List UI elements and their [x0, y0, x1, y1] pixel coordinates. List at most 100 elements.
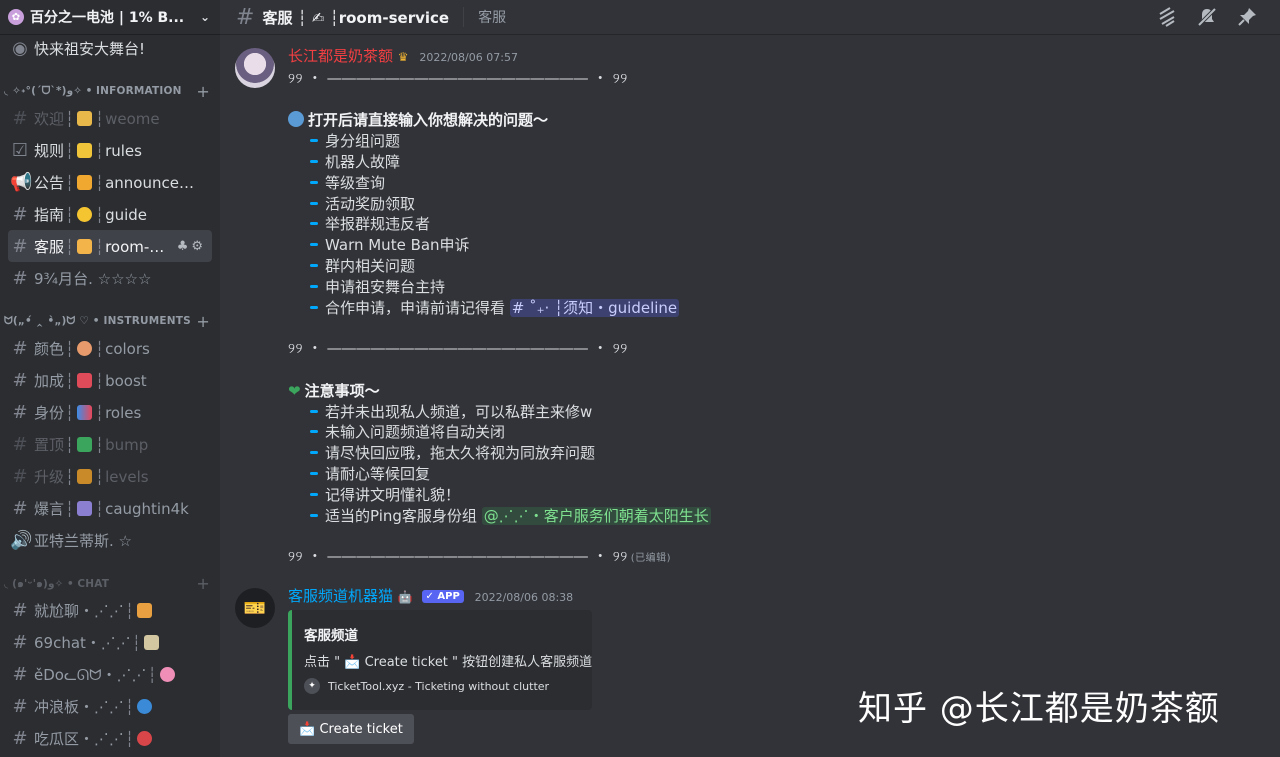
channel-welcome[interactable]: # 欢迎┆ ┆weome: [8, 102, 212, 134]
speaker-icon: 🔊: [10, 529, 33, 551]
channel-chat-5[interactable]: # 吃瓜区・⋰⋰┆: [8, 722, 212, 754]
list-item: 申请祖安舞台主持: [288, 277, 1260, 298]
channel-mention[interactable]: # ˚₊‧ ┆须知・guideline: [509, 298, 680, 317]
add-channel-icon[interactable]: +: [196, 82, 210, 101]
message-header: 客服频道机器猫 🤖 ✓ APP 2022/08/06 08:38: [288, 586, 1260, 609]
camera-emoji-icon: [77, 500, 93, 516]
hash-icon: #: [12, 203, 28, 225]
heart-emoji-icon: [77, 372, 93, 388]
channel-caughtin4k[interactable]: # 爆言┆ ┆caughtin4k: [8, 492, 212, 524]
list-item: Warn Mute Ban申诉: [288, 235, 1260, 256]
channel-colors[interactable]: # 颜色┆ ┆colors: [8, 332, 212, 364]
verified-badge-icon: [288, 111, 304, 128]
notification-muted-icon[interactable]: [1196, 6, 1218, 28]
category-chat[interactable]: ◟ (๑'ᵕ'๑)ﻭ✧ • CHAT +: [0, 574, 220, 593]
role-mention[interactable]: @⋰⋰・客户服务们朝着太阳生长: [481, 506, 711, 525]
ticket-bot-avatar[interactable]: 🎫: [235, 588, 275, 628]
list-item: 身分组问题: [288, 131, 1260, 152]
header-toolbar: [1156, 0, 1258, 34]
hash-icon: #: [12, 727, 28, 749]
gear-icon[interactable]: ⚙: [191, 239, 206, 254]
list-item: 合作申请，申请前请记得看 # ˚₊‧ ┆须知・guideline: [288, 298, 1260, 319]
stage-icon: ◉: [12, 37, 28, 59]
channel-guide[interactable]: # 指南┆ ┆guide: [8, 198, 212, 230]
hash-icon: #: [12, 599, 28, 621]
channel-chat-2[interactable]: # 69chat・⋰⋰┆: [8, 626, 212, 658]
crown-icon: ♛: [397, 50, 409, 64]
channel-boost[interactable]: # 加成┆ ┆boost: [8, 364, 212, 396]
hash-icon: #: [12, 267, 28, 289]
sun-emoji-icon: [77, 206, 93, 222]
hash-icon: #: [12, 663, 28, 685]
pin-icon[interactable]: [1236, 6, 1258, 28]
author-name[interactable]: 长江都是奶茶额: [288, 47, 393, 65]
category-instruments[interactable]: ᗢ(„•́ ‸ •̀„)ᗢ ♡ • INSTRUMENTS +: [0, 312, 220, 331]
bookmark-emoji-icon: [77, 404, 93, 420]
channel-atlantis[interactable]: 🔊 亚特兰蒂斯. ☆: [8, 524, 212, 556]
message-header: 长江都是奶茶额 ♛ 2022/08/06 07:57: [288, 46, 1260, 69]
trophy-emoji-icon: [77, 468, 93, 484]
divider-line: ୨୨ ・ ―――――――――――――――――― ・ ୨୨: [288, 70, 628, 87]
stage-channel[interactable]: ◉ 快来祖安大舞台!: [8, 32, 212, 64]
channel-chat-4[interactable]: # 冲浪板・⋰⋰┆: [8, 690, 212, 722]
server-header[interactable]: ✿ 百分之一电池 | 1% B... ⌄: [0, 0, 220, 34]
popcorn-emoji-icon: [137, 602, 153, 618]
checkbox-icon: ☑: [11, 139, 29, 161]
list-item: 请尽快回应哦，拖太久将视为同放弃问题: [288, 443, 1260, 464]
cheers-emoji-icon: [143, 634, 159, 650]
channel-platform[interactable]: # 9¾月台. ☆☆☆☆: [8, 262, 212, 294]
channel-topic[interactable]: 客服: [478, 7, 506, 27]
create-ticket-button[interactable]: 📩 Create ticket: [288, 714, 414, 744]
watermark: 知乎 @长江都是奶茶额: [858, 689, 1220, 729]
list-item: 记得讲文明懂礼貌！: [288, 485, 1260, 506]
watermelon-emoji-icon: [137, 730, 153, 746]
divider-line: ୨୨ ・ ―――――――――――――――――― ・ ୨୨ (已编辑): [288, 549, 672, 566]
notebook-emoji-icon: [77, 142, 93, 158]
category-information[interactable]: ◟ ✧˖°(ˊᗜˋ*)ﻭ✧ • INFORMATION +: [0, 82, 220, 101]
channel-header: # 客服 ┆ ✍ ┆room-service 客服: [220, 0, 1280, 34]
channel-sidebar: ✿ 百分之一电池 | 1% B... ⌄ ◉ 快来祖安大舞台! ◟ ✧˖°(ˊᗜ…: [0, 0, 220, 757]
list-item: 群内相关问题: [288, 256, 1260, 277]
channel-roles[interactable]: # 身份┆ ┆roles: [8, 396, 212, 428]
add-channel-icon[interactable]: +: [196, 574, 210, 593]
green-heart-icon: ❤: [288, 381, 301, 400]
channel-bump[interactable]: # 置顶┆ ┆bump: [8, 428, 212, 460]
list-item: 未输入问题频道将自动关闭: [288, 422, 1260, 443]
list-item: 活动奖励领取: [288, 194, 1260, 215]
channel-announcements[interactable]: 📢 公告┆ ┆announceme...: [8, 166, 212, 198]
threads-icon[interactable]: [1156, 6, 1178, 28]
wave-water-emoji-icon: [137, 698, 153, 714]
ticket-tool-icon: ✦: [304, 678, 320, 694]
channel-rules[interactable]: ☑ 规则┆ ┆rules: [8, 134, 212, 166]
channel-levels[interactable]: # 升级┆ ┆levels: [8, 460, 212, 492]
megaphone-icon: 📢: [10, 171, 33, 193]
divider-line: ୨୨ ・ ―――――――――――――――――― ・ ୨୨: [288, 341, 628, 358]
list-item: 适当的Ping客服身份组 @⋰⋰・客户服务们朝着太阳生长: [288, 506, 1260, 527]
section-heading: 打开后请直接输入你想解决的问题～: [288, 110, 1260, 131]
channel-chat-1[interactable]: # 就尬聊・⋰⋰┆: [8, 594, 212, 626]
server-name: 百分之一电池 | 1% B...: [30, 10, 185, 26]
avatar[interactable]: [235, 48, 275, 88]
flower-icon: ✿: [8, 9, 24, 25]
embed-title: 客服频道: [304, 628, 358, 644]
hash-icon: #: [12, 631, 28, 653]
hash-icon: #: [12, 337, 28, 359]
channel-title: 客服 ┆ ✍ ┆room-service: [262, 8, 450, 27]
channel-chat-3[interactable]: # ěDoᓚᘏᗢ・⋰⋰┆: [8, 658, 212, 690]
hash-icon: #: [12, 497, 28, 519]
chevron-down-icon[interactable]: ⌄: [200, 10, 210, 24]
palette-emoji-icon: [77, 340, 93, 356]
divider: [463, 7, 465, 27]
author-name[interactable]: 客服频道机器猫: [288, 587, 393, 605]
hash-icon: #: [12, 695, 28, 717]
blossom-emoji-icon: [159, 666, 175, 682]
list-item: 机器人故障: [288, 152, 1260, 173]
list-item: 举报群规违反者: [288, 214, 1260, 235]
add-channel-icon[interactable]: +: [196, 312, 210, 331]
channel-room-service[interactable]: # 客服┆ ┆room-s... ♣⚙: [8, 230, 212, 262]
edited-label: (已编辑): [630, 553, 672, 565]
add-member-icon[interactable]: ♣: [177, 239, 192, 254]
